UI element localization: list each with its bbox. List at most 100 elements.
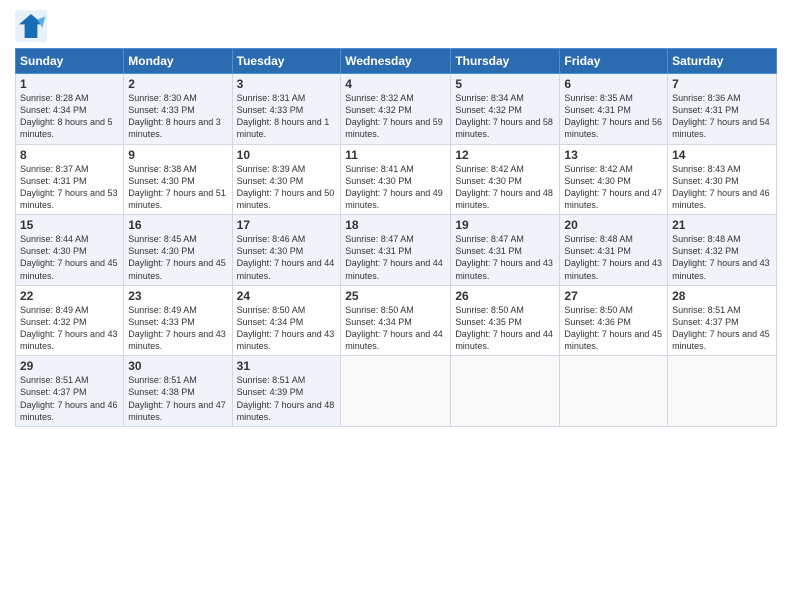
calendar-cell: 5Sunrise: 8:34 AMSunset: 4:32 PMDaylight… bbox=[451, 74, 560, 145]
calendar-cell: 30Sunrise: 8:51 AMSunset: 4:38 PMDayligh… bbox=[124, 356, 232, 427]
day-number: 8 bbox=[20, 148, 119, 162]
day-info: Sunrise: 8:49 AMSunset: 4:33 PMDaylight:… bbox=[128, 304, 227, 353]
day-info: Sunrise: 8:39 AMSunset: 4:30 PMDaylight:… bbox=[237, 163, 337, 212]
day-number: 2 bbox=[128, 77, 227, 91]
calendar-cell: 15Sunrise: 8:44 AMSunset: 4:30 PMDayligh… bbox=[16, 215, 124, 286]
calendar-cell: 29Sunrise: 8:51 AMSunset: 4:37 PMDayligh… bbox=[16, 356, 124, 427]
day-number: 19 bbox=[455, 218, 555, 232]
calendar-week-row: 29Sunrise: 8:51 AMSunset: 4:37 PMDayligh… bbox=[16, 356, 777, 427]
day-info: Sunrise: 8:50 AMSunset: 4:35 PMDaylight:… bbox=[455, 304, 555, 353]
day-number: 1 bbox=[20, 77, 119, 91]
calendar-cell: 31Sunrise: 8:51 AMSunset: 4:39 PMDayligh… bbox=[232, 356, 341, 427]
calendar-cell: 14Sunrise: 8:43 AMSunset: 4:30 PMDayligh… bbox=[668, 144, 777, 215]
day-info: Sunrise: 8:47 AMSunset: 4:31 PMDaylight:… bbox=[455, 233, 555, 282]
calendar-cell: 6Sunrise: 8:35 AMSunset: 4:31 PMDaylight… bbox=[560, 74, 668, 145]
calendar-cell: 22Sunrise: 8:49 AMSunset: 4:32 PMDayligh… bbox=[16, 285, 124, 356]
day-info: Sunrise: 8:50 AMSunset: 4:36 PMDaylight:… bbox=[564, 304, 663, 353]
calendar-cell: 11Sunrise: 8:41 AMSunset: 4:30 PMDayligh… bbox=[341, 144, 451, 215]
day-number: 21 bbox=[672, 218, 772, 232]
day-info: Sunrise: 8:51 AMSunset: 4:37 PMDaylight:… bbox=[20, 374, 119, 423]
day-info: Sunrise: 8:48 AMSunset: 4:31 PMDaylight:… bbox=[564, 233, 663, 282]
day-number: 23 bbox=[128, 289, 227, 303]
day-number: 14 bbox=[672, 148, 772, 162]
calendar-cell: 24Sunrise: 8:50 AMSunset: 4:34 PMDayligh… bbox=[232, 285, 341, 356]
calendar-cell: 17Sunrise: 8:46 AMSunset: 4:30 PMDayligh… bbox=[232, 215, 341, 286]
calendar-cell: 2Sunrise: 8:30 AMSunset: 4:33 PMDaylight… bbox=[124, 74, 232, 145]
col-header-saturday: Saturday bbox=[668, 49, 777, 74]
day-info: Sunrise: 8:51 AMSunset: 4:38 PMDaylight:… bbox=[128, 374, 227, 423]
logo bbox=[15, 10, 51, 42]
day-number: 27 bbox=[564, 289, 663, 303]
day-info: Sunrise: 8:32 AMSunset: 4:32 PMDaylight:… bbox=[345, 92, 446, 141]
calendar-cell: 19Sunrise: 8:47 AMSunset: 4:31 PMDayligh… bbox=[451, 215, 560, 286]
col-header-sunday: Sunday bbox=[16, 49, 124, 74]
col-header-thursday: Thursday bbox=[451, 49, 560, 74]
calendar-cell bbox=[451, 356, 560, 427]
calendar-cell: 20Sunrise: 8:48 AMSunset: 4:31 PMDayligh… bbox=[560, 215, 668, 286]
day-info: Sunrise: 8:42 AMSunset: 4:30 PMDaylight:… bbox=[455, 163, 555, 212]
calendar-cell: 16Sunrise: 8:45 AMSunset: 4:30 PMDayligh… bbox=[124, 215, 232, 286]
day-info: Sunrise: 8:50 AMSunset: 4:34 PMDaylight:… bbox=[237, 304, 337, 353]
day-info: Sunrise: 8:37 AMSunset: 4:31 PMDaylight:… bbox=[20, 163, 119, 212]
calendar-cell: 23Sunrise: 8:49 AMSunset: 4:33 PMDayligh… bbox=[124, 285, 232, 356]
day-number: 12 bbox=[455, 148, 555, 162]
calendar-week-row: 1Sunrise: 8:28 AMSunset: 4:34 PMDaylight… bbox=[16, 74, 777, 145]
calendar-cell: 1Sunrise: 8:28 AMSunset: 4:34 PMDaylight… bbox=[16, 74, 124, 145]
day-number: 24 bbox=[237, 289, 337, 303]
calendar-cell: 18Sunrise: 8:47 AMSunset: 4:31 PMDayligh… bbox=[341, 215, 451, 286]
day-number: 15 bbox=[20, 218, 119, 232]
day-number: 31 bbox=[237, 359, 337, 373]
calendar-table: SundayMondayTuesdayWednesdayThursdayFrid… bbox=[15, 48, 777, 427]
calendar-cell: 25Sunrise: 8:50 AMSunset: 4:34 PMDayligh… bbox=[341, 285, 451, 356]
calendar-cell: 4Sunrise: 8:32 AMSunset: 4:32 PMDaylight… bbox=[341, 74, 451, 145]
day-number: 4 bbox=[345, 77, 446, 91]
calendar-week-row: 15Sunrise: 8:44 AMSunset: 4:30 PMDayligh… bbox=[16, 215, 777, 286]
day-info: Sunrise: 8:47 AMSunset: 4:31 PMDaylight:… bbox=[345, 233, 446, 282]
calendar-cell: 8Sunrise: 8:37 AMSunset: 4:31 PMDaylight… bbox=[16, 144, 124, 215]
day-info: Sunrise: 8:38 AMSunset: 4:30 PMDaylight:… bbox=[128, 163, 227, 212]
day-info: Sunrise: 8:50 AMSunset: 4:34 PMDaylight:… bbox=[345, 304, 446, 353]
calendar-cell: 12Sunrise: 8:42 AMSunset: 4:30 PMDayligh… bbox=[451, 144, 560, 215]
col-header-monday: Monday bbox=[124, 49, 232, 74]
day-number: 11 bbox=[345, 148, 446, 162]
day-info: Sunrise: 8:30 AMSunset: 4:33 PMDaylight:… bbox=[128, 92, 227, 141]
day-info: Sunrise: 8:41 AMSunset: 4:30 PMDaylight:… bbox=[345, 163, 446, 212]
header bbox=[15, 10, 777, 42]
day-number: 29 bbox=[20, 359, 119, 373]
day-info: Sunrise: 8:35 AMSunset: 4:31 PMDaylight:… bbox=[564, 92, 663, 141]
day-info: Sunrise: 8:51 AMSunset: 4:37 PMDaylight:… bbox=[672, 304, 772, 353]
col-header-friday: Friday bbox=[560, 49, 668, 74]
day-number: 20 bbox=[564, 218, 663, 232]
calendar-cell: 27Sunrise: 8:50 AMSunset: 4:36 PMDayligh… bbox=[560, 285, 668, 356]
day-number: 18 bbox=[345, 218, 446, 232]
calendar-cell bbox=[560, 356, 668, 427]
day-info: Sunrise: 8:36 AMSunset: 4:31 PMDaylight:… bbox=[672, 92, 772, 141]
day-info: Sunrise: 8:46 AMSunset: 4:30 PMDaylight:… bbox=[237, 233, 337, 282]
page: SundayMondayTuesdayWednesdayThursdayFrid… bbox=[0, 0, 792, 612]
day-number: 10 bbox=[237, 148, 337, 162]
day-number: 5 bbox=[455, 77, 555, 91]
col-header-wednesday: Wednesday bbox=[341, 49, 451, 74]
day-info: Sunrise: 8:31 AMSunset: 4:33 PMDaylight:… bbox=[237, 92, 337, 141]
day-info: Sunrise: 8:45 AMSunset: 4:30 PMDaylight:… bbox=[128, 233, 227, 282]
col-header-tuesday: Tuesday bbox=[232, 49, 341, 74]
day-info: Sunrise: 8:42 AMSunset: 4:30 PMDaylight:… bbox=[564, 163, 663, 212]
day-info: Sunrise: 8:28 AMSunset: 4:34 PMDaylight:… bbox=[20, 92, 119, 141]
day-number: 13 bbox=[564, 148, 663, 162]
calendar-week-row: 22Sunrise: 8:49 AMSunset: 4:32 PMDayligh… bbox=[16, 285, 777, 356]
day-number: 6 bbox=[564, 77, 663, 91]
day-number: 26 bbox=[455, 289, 555, 303]
day-number: 25 bbox=[345, 289, 446, 303]
day-info: Sunrise: 8:43 AMSunset: 4:30 PMDaylight:… bbox=[672, 163, 772, 212]
generalblue-logo-icon bbox=[15, 10, 47, 42]
day-info: Sunrise: 8:34 AMSunset: 4:32 PMDaylight:… bbox=[455, 92, 555, 141]
calendar-cell: 21Sunrise: 8:48 AMSunset: 4:32 PMDayligh… bbox=[668, 215, 777, 286]
calendar-cell: 3Sunrise: 8:31 AMSunset: 4:33 PMDaylight… bbox=[232, 74, 341, 145]
day-number: 17 bbox=[237, 218, 337, 232]
day-info: Sunrise: 8:48 AMSunset: 4:32 PMDaylight:… bbox=[672, 233, 772, 282]
calendar-cell: 7Sunrise: 8:36 AMSunset: 4:31 PMDaylight… bbox=[668, 74, 777, 145]
calendar-cell: 9Sunrise: 8:38 AMSunset: 4:30 PMDaylight… bbox=[124, 144, 232, 215]
calendar-week-row: 8Sunrise: 8:37 AMSunset: 4:31 PMDaylight… bbox=[16, 144, 777, 215]
calendar-cell bbox=[668, 356, 777, 427]
day-number: 22 bbox=[20, 289, 119, 303]
